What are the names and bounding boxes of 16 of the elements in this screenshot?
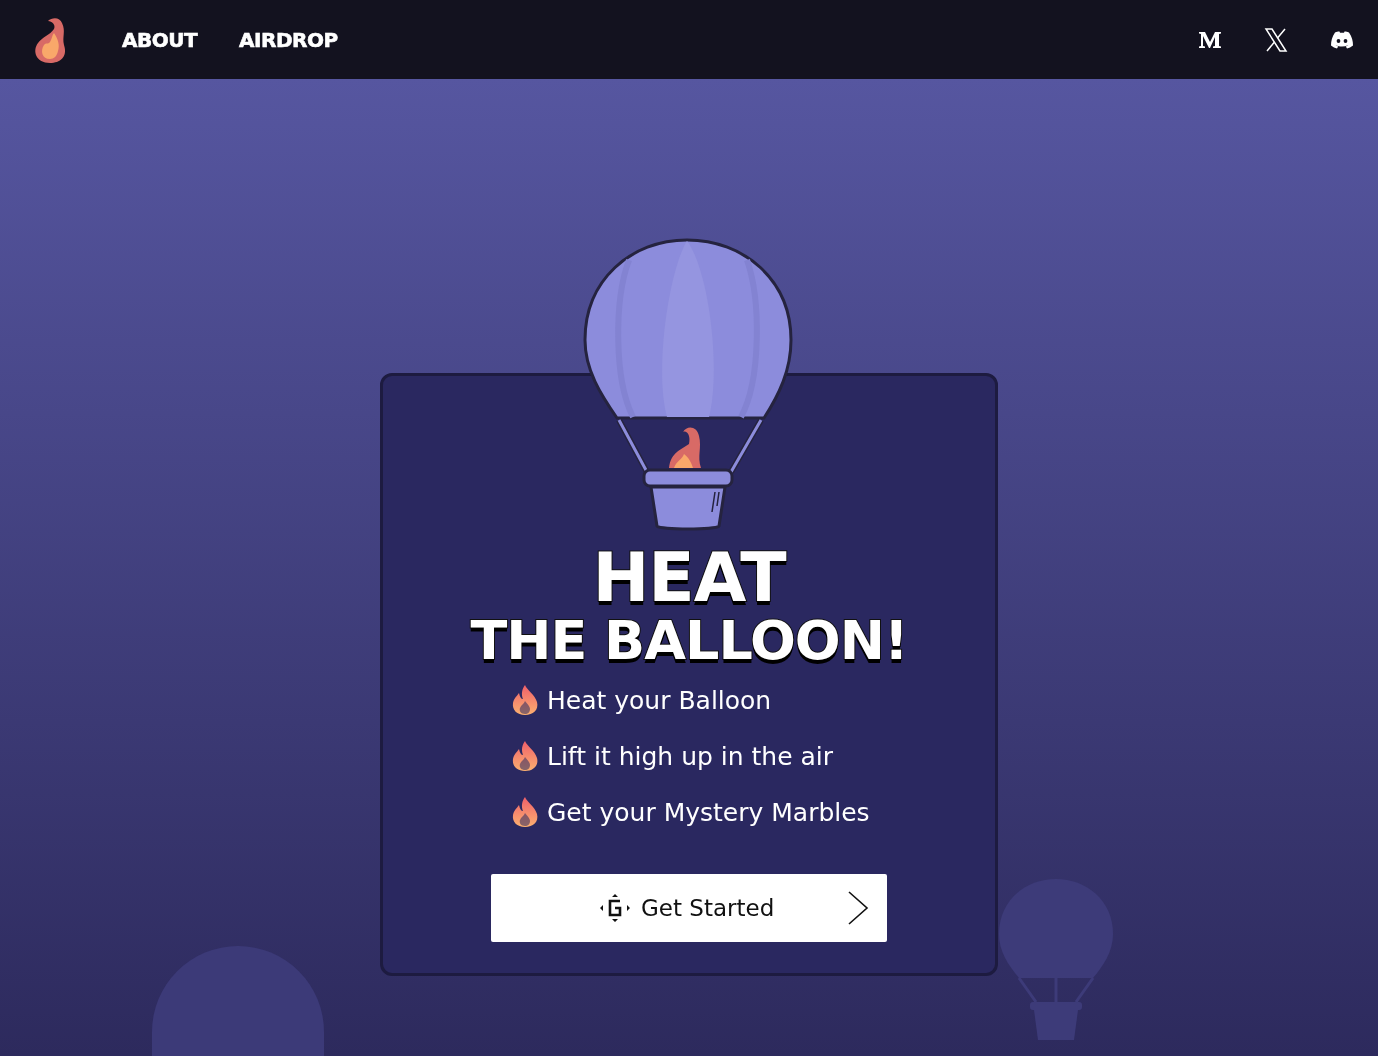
get-started-button[interactable]: Get Started (491, 874, 887, 942)
nav-link[interactable]: AIRDROP (239, 27, 338, 52)
feature-text: Heat your Balloon (547, 685, 772, 715)
discord-icon[interactable] (1330, 30, 1354, 49)
flame-icon (511, 740, 539, 772)
title-line: THE BALLOON! (470, 614, 908, 668)
title-line: HEAT (592, 544, 786, 612)
x-logo-icon[interactable] (1264, 27, 1288, 52)
feature-text: Get your Mystery Marbles (547, 797, 870, 827)
flame-icon (511, 796, 539, 828)
medium-m-icon[interactable] (1198, 30, 1222, 49)
nav-link[interactable]: ABOUT (122, 27, 198, 52)
chevron-right-icon (847, 890, 869, 926)
flame-icon (511, 684, 539, 716)
g-logo-icon (599, 893, 631, 923)
feature-text: Lift it high up in the air (547, 741, 834, 771)
